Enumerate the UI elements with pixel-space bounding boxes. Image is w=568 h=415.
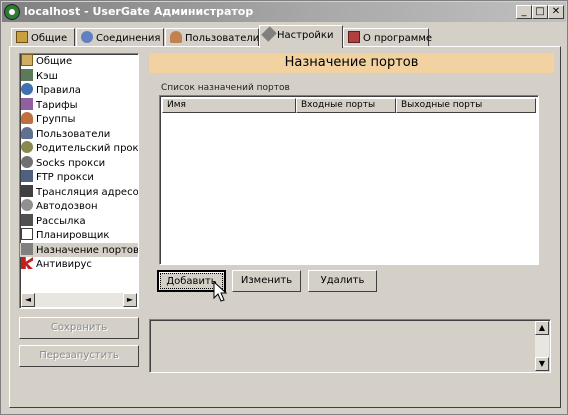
tree-item-label: Рассылка: [36, 215, 86, 227]
tree-item-socks-proxy[interactable]: Socks прокси: [20, 155, 138, 171]
tab-settings[interactable]: Настройки: [259, 25, 343, 48]
nat-icon: [21, 184, 33, 197]
tree-item-label: Правила: [36, 85, 81, 96]
tree-item-label: Назначение портов: [36, 244, 139, 256]
tree-item-groups[interactable]: Группы: [20, 112, 138, 127]
column-header-input-ports[interactable]: Входные порты: [296, 98, 396, 113]
log-vertical-scrollbar[interactable]: ▲ ▼: [535, 321, 549, 371]
tree-item-nat[interactable]: Трансляция адресов: [20, 184, 139, 200]
tree-item-label: Общие: [36, 56, 73, 67]
tree-item-parent-proxy[interactable]: Родительский прокси: [20, 141, 138, 156]
title-bar[interactable]: localhost - UserGate Администратор _ □ ✕: [2, 2, 566, 22]
column-header-name[interactable]: Имя: [162, 98, 296, 113]
tab-users[interactable]: Пользователи: [165, 28, 259, 47]
tab-settings-label: Настройки: [277, 30, 334, 41]
tree-item-mailing[interactable]: Рассылка: [20, 213, 138, 229]
autodial-icon: [21, 199, 33, 211]
app-window: localhost - UserGate Администратор _ □ ✕…: [0, 0, 568, 415]
general-icon: [16, 31, 28, 43]
tree-item-label: Антивирус: [36, 259, 92, 270]
tree-item-label: Тарифы: [36, 99, 78, 111]
scroll-right-button[interactable]: ►: [123, 293, 137, 307]
tab-about[interactable]: О программе: [343, 28, 433, 47]
tab-about-label: О программе: [363, 33, 433, 44]
tab-users-label: Пользователи: [185, 33, 260, 44]
column-header-output-ports[interactable]: Выходные порты: [396, 98, 536, 113]
tree-item-label: FTP прокси: [36, 172, 94, 183]
restart-button[interactable]: Перезапустить: [19, 345, 139, 367]
tariffs-icon: [21, 97, 33, 110]
users-icon: [170, 31, 182, 43]
connections-icon: [81, 31, 93, 43]
groups-icon: [21, 112, 33, 124]
mailing-icon: [21, 213, 33, 226]
rules-icon: [21, 83, 33, 95]
usergate-logo-icon: [4, 4, 20, 20]
page-title: Назначение портов: [149, 53, 554, 73]
scroll-down-button[interactable]: ▼: [535, 357, 549, 371]
socks-proxy-icon: [21, 155, 33, 168]
port-mapping-list[interactable]: Имя Входные порты Выходные порты: [159, 95, 539, 265]
tree-item-label: Трансляция адресов: [36, 186, 139, 198]
tree-item-label: Кэш: [36, 70, 58, 82]
parent-proxy-icon: [21, 141, 33, 153]
tab-general-label: Общие: [31, 33, 68, 44]
maximize-button[interactable]: □: [532, 5, 548, 19]
about-icon: [348, 31, 360, 43]
status-log-area[interactable]: ▲ ▼: [149, 319, 551, 373]
mouse-pointer-icon: [213, 281, 227, 302]
tree-item-ftp-proxy[interactable]: FTP прокси: [20, 170, 138, 185]
tab-connections-label: Соединения: [96, 33, 161, 44]
save-button[interactable]: Сохранить: [19, 317, 139, 339]
antivirus-icon: [21, 257, 33, 269]
tab-general[interactable]: Общие: [11, 28, 75, 47]
tree-item-autodial[interactable]: Автодозвон: [20, 199, 138, 214]
tree-item-label: Родительский прокси: [36, 143, 139, 154]
window-title: localhost - UserGate Администратор: [24, 5, 254, 18]
close-button[interactable]: ✕: [548, 5, 564, 19]
list-caption: Список назначений портов: [161, 83, 290, 93]
tree-horizontal-scrollbar[interactable]: ◄ ►: [21, 293, 137, 307]
settings-tree[interactable]: Общие Кэш Правила Тарифы Группы Пользова…: [19, 53, 139, 309]
tree-item-label: Пользователи: [36, 128, 111, 140]
cache-icon: [21, 68, 33, 81]
tab-bar: Общие Соединения Пользователи Настройки …: [9, 25, 561, 48]
delete-button[interactable]: Удалить: [308, 270, 377, 292]
users-icon: [21, 126, 33, 139]
tree-item-users[interactable]: Пользователи: [20, 126, 138, 142]
tree-item-general[interactable]: Общие: [20, 54, 138, 69]
scheduler-icon: [21, 228, 33, 240]
scroll-left-button[interactable]: ◄: [21, 293, 35, 307]
port-mapping-icon: [21, 242, 33, 255]
tree-item-cache[interactable]: Кэш: [20, 68, 138, 84]
tree-item-label: Socks прокси: [36, 157, 106, 169]
general-icon: [21, 54, 33, 66]
tab-connections[interactable]: Соединения: [76, 28, 164, 47]
tree-item-antivirus[interactable]: Антивирус: [20, 257, 138, 272]
edit-button[interactable]: Изменить: [232, 270, 301, 292]
ftp-proxy-icon: [21, 170, 33, 182]
tree-item-label: Группы: [36, 114, 76, 125]
tree-item-tariffs[interactable]: Тарифы: [20, 97, 138, 113]
tree-item-rules[interactable]: Правила: [20, 83, 138, 98]
tree-item-port-mapping[interactable]: Назначение портов: [20, 242, 139, 257]
minimize-button[interactable]: _: [516, 5, 532, 19]
tree-item-scheduler[interactable]: Планировщик: [20, 228, 138, 243]
tree-item-label: Планировщик: [36, 230, 110, 241]
tree-item-label: Автодозвон: [36, 201, 98, 212]
settings-icon: [261, 26, 277, 42]
scroll-up-button[interactable]: ▲: [535, 321, 549, 335]
